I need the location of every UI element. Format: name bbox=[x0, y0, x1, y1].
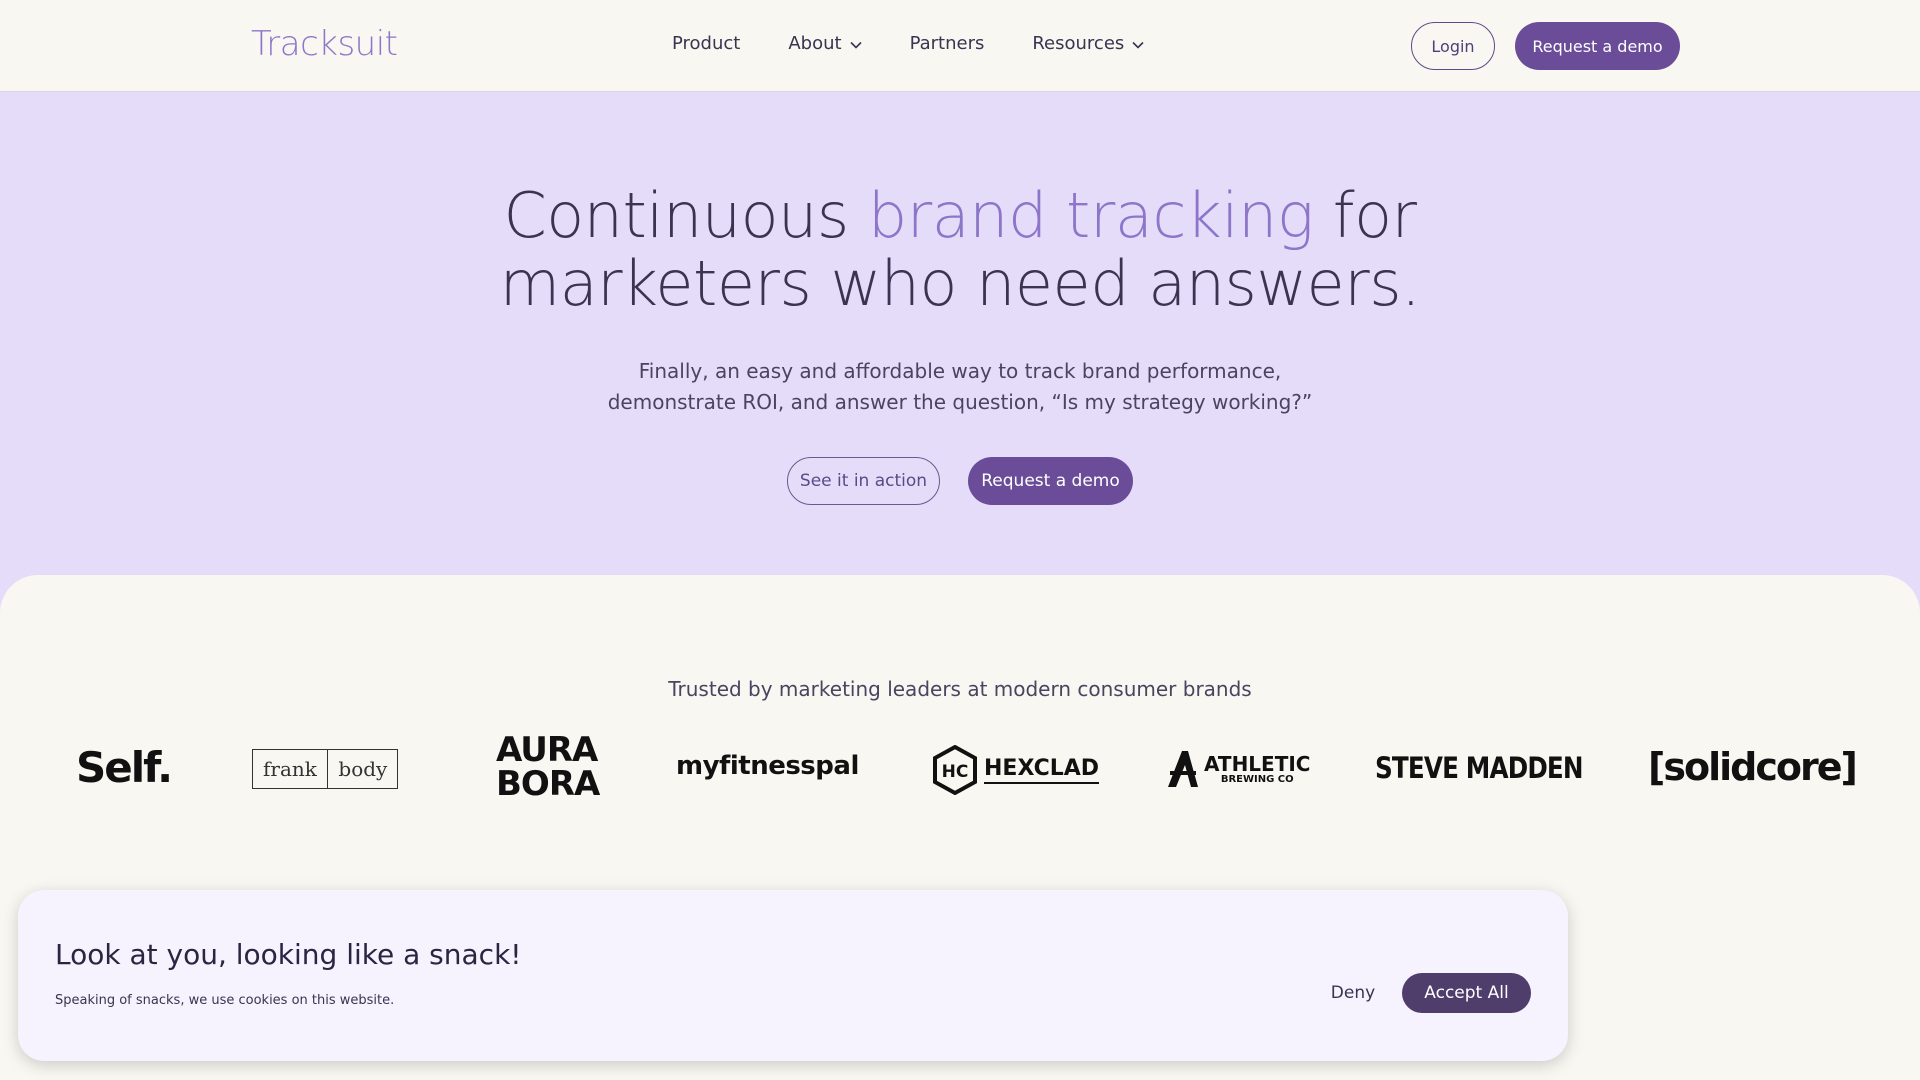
athletic-word: ATHLETIC bbox=[1204, 751, 1311, 776]
see-it-in-action-button[interactable]: See it in action bbox=[787, 457, 940, 505]
myfitnesspal-logo: myfitnesspal bbox=[676, 751, 859, 781]
cookie-banner: Look at you, looking like a snack! Speak… bbox=[18, 890, 1568, 1061]
cookie-title: Look at you, looking like a snack! bbox=[55, 938, 522, 971]
hero-subtitle: Finally, an easy and affordable way to t… bbox=[560, 356, 1360, 418]
accept-all-button[interactable]: Accept All bbox=[1402, 973, 1531, 1013]
main-nav: Product About Partners Resources bbox=[672, 33, 1192, 54]
solidcore-logo: [solidcore] bbox=[1648, 745, 1858, 789]
aura-bora-logo: AURA BORA bbox=[496, 730, 600, 804]
hexclad-word: HEXCLAD bbox=[984, 756, 1100, 784]
nav-partners[interactable]: Partners bbox=[910, 33, 985, 54]
request-demo-button-hero[interactable]: Request a demo bbox=[968, 457, 1133, 505]
frank-body-logo: frank body bbox=[252, 749, 399, 789]
chevron-down-icon bbox=[849, 33, 862, 54]
cookie-text: Speaking of snacks, we use cookies on th… bbox=[55, 993, 395, 1008]
hero-section: Continuous brand tracking for marketers … bbox=[0, 92, 1920, 612]
hero-title-line2: marketers who need answers. bbox=[499, 247, 1421, 320]
steve-madden-logo: STEVE MADDEN bbox=[1375, 751, 1584, 785]
hero-title-part1: Continuous bbox=[503, 179, 868, 252]
frank-word: frank bbox=[263, 757, 317, 781]
self-logo: Self. bbox=[76, 743, 173, 792]
hero-title-accent: brand tracking bbox=[867, 179, 1314, 252]
brands-heading: Trusted by marketing leaders at modern c… bbox=[668, 677, 1252, 701]
hexclad-hexagon-icon: HC bbox=[933, 745, 977, 795]
nav-about-label: About bbox=[788, 33, 842, 54]
login-button[interactable]: Login bbox=[1411, 22, 1495, 70]
body-word: body bbox=[338, 757, 388, 781]
bora-word: BORA bbox=[496, 764, 600, 804]
site-header: Tracksuit Product About Partners Resourc… bbox=[0, 0, 1920, 92]
hero-subtitle-line1: Finally, an easy and affordable way to t… bbox=[638, 359, 1282, 383]
nav-partners-label: Partners bbox=[909, 33, 985, 54]
nav-product-label: Product bbox=[672, 33, 741, 54]
hero-title-part2: for bbox=[1313, 179, 1417, 252]
hero-title: Continuous brand tracking for marketers … bbox=[0, 182, 1920, 318]
hero-subtitle-line2: demonstrate ROI, and answer the question… bbox=[607, 390, 1313, 414]
chevron-down-icon bbox=[1132, 33, 1144, 54]
deny-button[interactable]: Deny bbox=[1308, 973, 1398, 1013]
nav-resources-label: Resources bbox=[1032, 33, 1125, 54]
request-demo-button-header[interactable]: Request a demo bbox=[1515, 22, 1680, 70]
nav-product[interactable]: Product bbox=[672, 33, 740, 54]
svg-text:HC: HC bbox=[942, 762, 969, 782]
aura-word: AURA bbox=[496, 730, 598, 770]
hexclad-logo: HC HEXCLAD bbox=[932, 745, 1100, 795]
tracksuit-logo[interactable]: Tracksuit bbox=[251, 24, 398, 64]
nav-about[interactable]: About bbox=[788, 33, 862, 54]
nav-resources[interactable]: Resources bbox=[1032, 33, 1144, 54]
athletic-brewing-logo: ATHLETIC BREWING CO bbox=[1166, 749, 1310, 789]
athletic-a-icon bbox=[1168, 751, 1198, 787]
